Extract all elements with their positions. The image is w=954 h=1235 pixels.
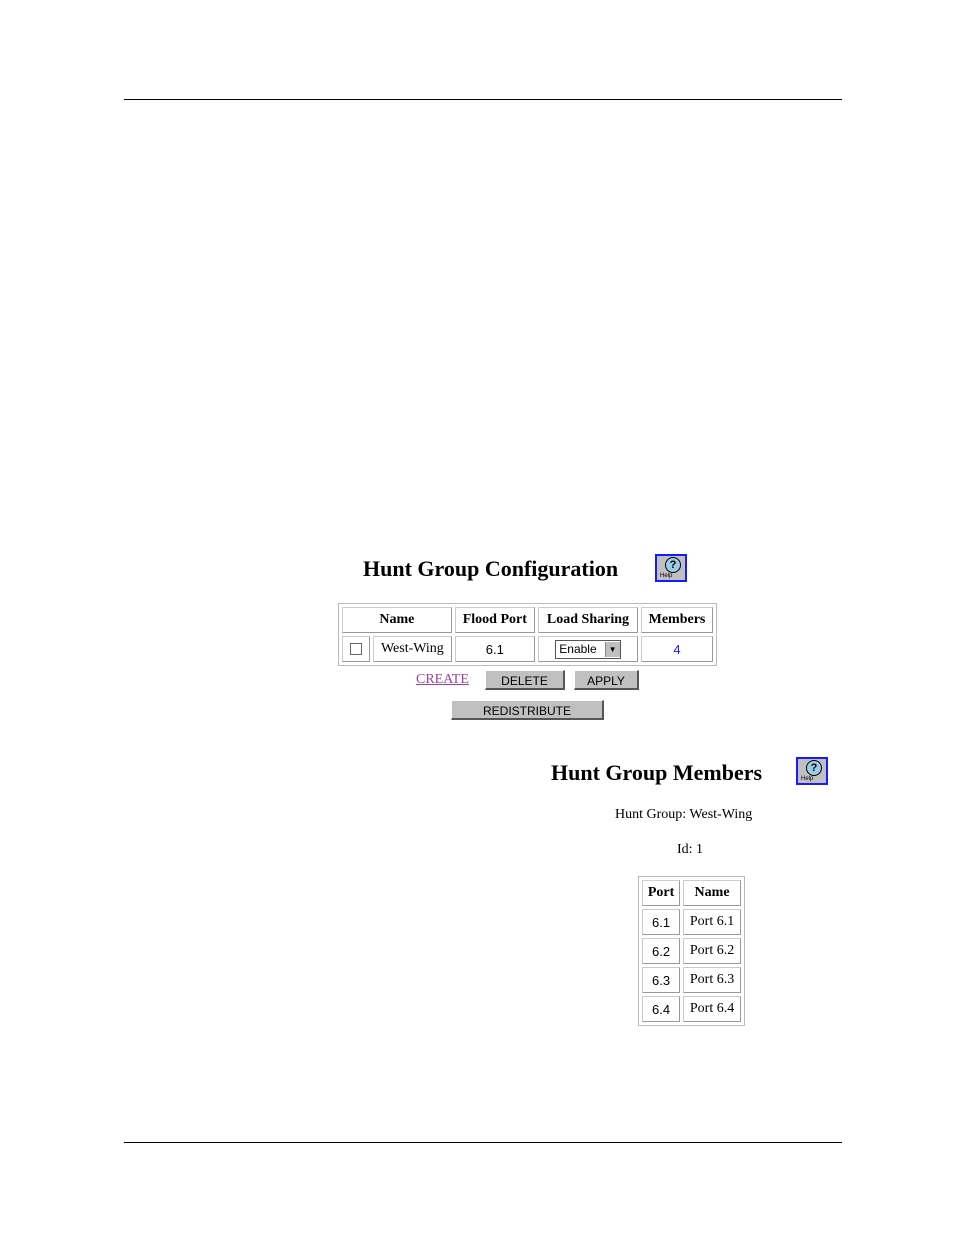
table-row: West-Wing 6.1 Enable ▼ 4: [342, 636, 713, 662]
col-port: Port: [642, 880, 681, 906]
row-flood-port: 6.1: [454, 636, 535, 662]
member-name: Port 6.1: [683, 909, 741, 935]
members-link[interactable]: 4: [673, 642, 680, 657]
col-name: Name: [683, 880, 741, 906]
members-help-button[interactable]: ? Help: [796, 757, 828, 785]
hunt-group-table: Name Flood Port Load Sharing Members Wes…: [338, 603, 717, 666]
members-table: Port Name 6.1 Port 6.1 6.2 Port 6.2 6.3 Por…: [638, 876, 745, 1026]
col-members: Members: [641, 607, 713, 633]
config-help-button[interactable]: ? Help: [655, 554, 687, 582]
member-name: Port 6.2: [683, 938, 741, 964]
load-sharing-value: Enable: [559, 642, 597, 656]
help-label: Help: [660, 573, 673, 579]
top-rule: [124, 99, 842, 100]
help-icon: ?: [806, 760, 822, 776]
member-name: Port 6.4: [683, 996, 741, 1022]
load-sharing-select[interactable]: Enable ▼: [555, 639, 621, 659]
redistribute-button[interactable]: REDISTRIBUTE: [451, 700, 604, 720]
help-icon: ?: [665, 557, 681, 573]
member-name: Port 6.3: [683, 967, 741, 993]
delete-button[interactable]: DELETE: [485, 670, 565, 690]
table-row: 6.4 Port 6.4: [642, 996, 741, 1022]
table-row: 6.2 Port 6.2: [642, 938, 741, 964]
table-row: 6.1 Port 6.1: [642, 909, 741, 935]
table-row: 6.3 Port 6.3: [642, 967, 741, 993]
create-link[interactable]: CREATE: [416, 672, 469, 688]
hunt-group-label: Hunt Group: West-Wing: [615, 807, 753, 822]
config-title: Hunt Group Configuration: [363, 556, 619, 581]
member-port: 6.1: [642, 909, 681, 935]
member-port: 6.2: [642, 938, 681, 964]
col-name: Name: [342, 607, 452, 633]
table-header-row: Name Flood Port Load Sharing Members: [342, 607, 713, 633]
bottom-rule: [124, 1142, 842, 1143]
table-header-row: Port Name: [642, 880, 741, 906]
id-label: Id: 1: [677, 842, 704, 857]
help-label: Help: [801, 776, 814, 782]
row-checkbox[interactable]: [350, 642, 362, 655]
row-name: West-Wing: [373, 636, 452, 662]
apply-button[interactable]: APPLY: [574, 670, 639, 690]
members-title: Hunt Group Members: [551, 760, 763, 785]
col-load-sharing: Load Sharing: [537, 607, 639, 633]
col-flood-port: Flood Port: [454, 607, 535, 633]
member-port: 6.3: [642, 967, 681, 993]
chevron-down-icon: ▼: [604, 641, 620, 657]
member-port: 6.4: [642, 996, 681, 1022]
